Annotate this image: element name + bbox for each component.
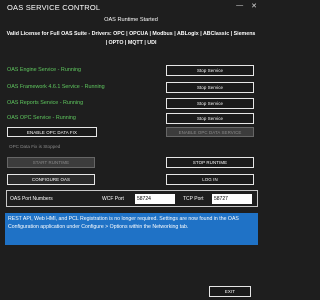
- wcf-port-label: WCF Port: [102, 196, 124, 202]
- runtime-status-title: OAS Runtime Started: [104, 17, 158, 23]
- service-status-engine: OAS Engine Service - Running: [7, 67, 82, 73]
- wcf-port-field[interactable]: 58724: [135, 194, 175, 204]
- stop-opc-service-button[interactable]: Stop Service: [166, 113, 254, 124]
- tcp-port-field[interactable]: 58727: [212, 194, 252, 204]
- stop-runtime-button[interactable]: STOP RUNTIME: [166, 157, 254, 168]
- title-bar: OAS SERVICE CONTROL — ✕: [0, 0, 262, 15]
- enable-opc-data-service-button[interactable]: ENABLE OPC DATA SERVICE: [166, 127, 254, 137]
- minimize-icon[interactable]: —: [236, 2, 243, 10]
- port-numbers-label: OAS Port Numbers: [10, 196, 53, 202]
- start-runtime-button[interactable]: START RUNTIME: [7, 157, 95, 168]
- configure-oas-button[interactable]: CONFIGURE OAS: [7, 174, 95, 185]
- app-title: OAS SERVICE CONTROL: [7, 3, 101, 12]
- exit-button[interactable]: EXIT: [209, 286, 251, 297]
- tcp-port-label: TCP Port: [183, 196, 204, 202]
- enable-opc-data-fix-button[interactable]: ENABLE OPC DATA FIX: [7, 127, 97, 137]
- stop-reports-service-button[interactable]: Stop Service: [166, 98, 254, 109]
- service-status-opc: OAS OPC Service - Running: [7, 115, 76, 121]
- stop-framework-service-button[interactable]: Stop Service: [166, 82, 254, 93]
- close-icon[interactable]: ✕: [251, 2, 257, 10]
- port-numbers-panel: OAS Port Numbers WCF Port 58724 TCP Port…: [6, 190, 258, 207]
- stop-engine-service-button[interactable]: Stop Service: [166, 65, 254, 76]
- service-status-framework: OAS Framework 4.6.1 Service - Running: [7, 84, 105, 90]
- window-controls: — ✕: [236, 2, 257, 10]
- license-text: Valid License for Full OAS Suite - Drive…: [6, 31, 256, 46]
- settings-notice: REST API, Web HMI, and PCL Registration …: [5, 213, 258, 245]
- log-in-button[interactable]: LOG IN: [166, 174, 254, 185]
- opc-data-fix-status: OPC Data Fix is Stopped: [9, 144, 61, 149]
- service-status-reports: OAS Reports Service - Running: [7, 100, 84, 106]
